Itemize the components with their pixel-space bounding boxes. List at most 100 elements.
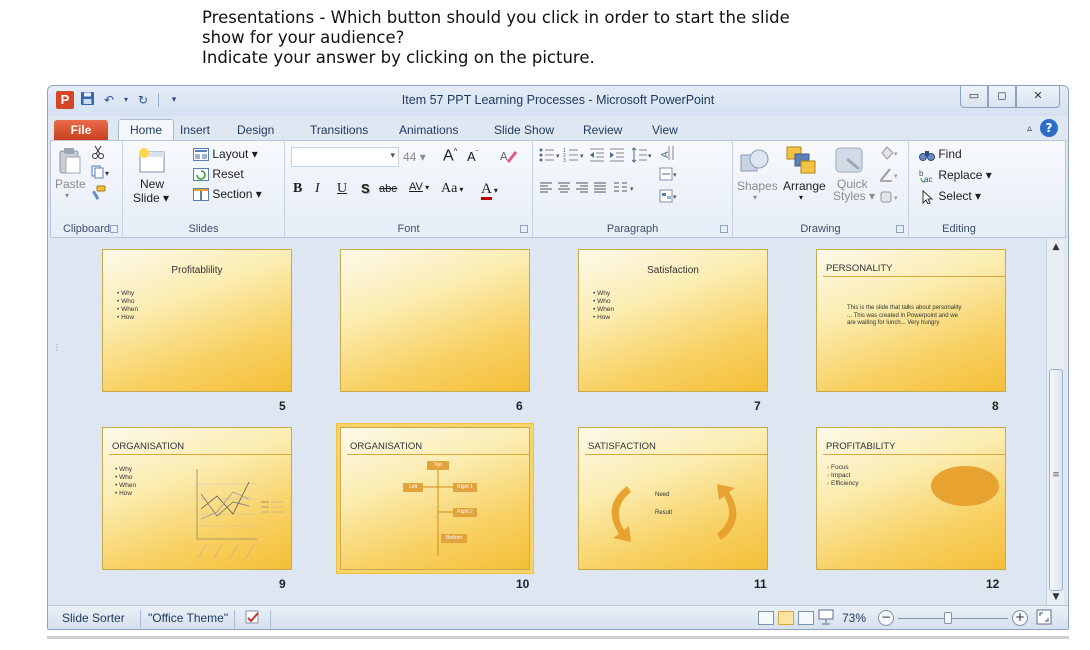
scroll-up-icon[interactable]: ▲ <box>1047 239 1065 255</box>
zoom-out-icon[interactable]: − <box>878 610 894 626</box>
text-direction-icon[interactable]: A <box>659 143 679 166</box>
clipboard-launcher-icon[interactable] <box>110 225 118 233</box>
minimize-ribbon-icon[interactable]: ▵ <box>1027 123 1032 134</box>
tab-review[interactable]: Review <box>583 120 622 140</box>
scroll-thumb[interactable]: ≡ <box>1049 369 1063 591</box>
underline-button[interactable]: U <box>337 181 347 197</box>
reading-view-icon[interactable] <box>798 611 814 625</box>
slide-thumbnail-12[interactable]: PROFITABILITY Focus Impact Efficiency <box>816 427 1006 570</box>
scroll-down-icon[interactable]: ▼ <box>1047 589 1065 605</box>
slide-thumbnail-10[interactable]: ORGANISATION Top Left Right 1 Right 2 Bo… <box>337 424 533 573</box>
font-family-field[interactable]: ▾ <box>291 147 399 167</box>
zoom-in-icon[interactable]: + <box>1012 610 1028 626</box>
change-case-button[interactable]: Aa ▾ <box>441 181 463 197</box>
grow-font-button[interactable]: A^ <box>443 147 457 165</box>
replace-button[interactable]: b ac Replace ▾ <box>919 168 992 183</box>
layout-button[interactable]: Layout ▾ <box>193 147 258 162</box>
shapes-dropdown-icon[interactable]: ▾ <box>753 193 757 202</box>
tab-design[interactable]: Design <box>237 120 274 140</box>
columns-icon[interactable]: ▾ <box>613 181 637 198</box>
quick-styles-button[interactable]: Styles ▾ <box>833 189 875 203</box>
minimize-icon[interactable]: ▭ <box>960 86 988 108</box>
slide-thumbnail-9[interactable]: ORGANISATION Why Who When How <box>102 427 292 570</box>
arrange-dropdown-icon[interactable]: ▾ <box>799 193 803 202</box>
font-size-field[interactable]: 44 ▾ <box>403 150 426 164</box>
section-button[interactable]: Section ▾ <box>193 187 262 202</box>
line-spacing-icon[interactable]: ▾ <box>631 147 653 166</box>
text-shadow-button[interactable]: S <box>361 181 370 196</box>
bottom-divider <box>47 636 1069 639</box>
find-button[interactable]: Find <box>919 147 962 162</box>
font-launcher-icon[interactable] <box>520 225 528 233</box>
clear-formatting-icon[interactable]: A <box>499 147 518 168</box>
paste-button[interactable]: Paste <box>55 177 86 191</box>
new-slide-icon[interactable] <box>137 147 167 178</box>
find-label: Find <box>938 147 962 161</box>
select-button[interactable]: Select ▾ <box>919 189 981 204</box>
format-painter-icon[interactable] <box>91 185 107 204</box>
slide-number-6: 6 <box>516 399 523 413</box>
slide-sorter-view-icon[interactable] <box>778 611 794 625</box>
slide-thumbnail-8[interactable]: PERSONALITY This is the slide that talks… <box>816 249 1006 392</box>
new-slide-button[interactable]: Slide ▾ <box>133 191 169 205</box>
group-editing: Find b ac Replace ▾ Select ▾ Editing <box>909 141 1009 237</box>
close-icon[interactable]: ✕ <box>1016 86 1060 108</box>
tab-view[interactable]: View <box>652 120 678 140</box>
quick-styles-icon[interactable] <box>833 145 865 178</box>
fit-to-window-icon[interactable] <box>1036 609 1052 628</box>
reset-button[interactable]: Reset <box>193 167 244 182</box>
align-text-icon[interactable]: ▾ <box>659 167 679 184</box>
bold-button[interactable]: B <box>293 181 302 197</box>
tab-transitions[interactable]: Transitions <box>310 120 368 140</box>
slide-show-view-icon[interactable] <box>818 609 834 628</box>
justify-icon[interactable] <box>593 181 607 198</box>
smartart-icon[interactable]: ▾ <box>659 189 679 206</box>
paste-icon[interactable] <box>57 147 83 178</box>
bullets-icon[interactable]: ▾ <box>539 147 561 166</box>
drawing-launcher-icon[interactable] <box>896 225 904 233</box>
zoom-level[interactable]: 73% <box>842 611 866 625</box>
tab-insert[interactable]: Insert <box>180 120 210 140</box>
character-spacing-button[interactable]: AV ▾ <box>409 181 429 193</box>
paragraph-launcher-icon[interactable] <box>720 225 728 233</box>
align-left-icon[interactable] <box>539 181 553 198</box>
new-slide-label-1[interactable]: New <box>140 177 164 191</box>
maximize-icon[interactable]: ◻ <box>988 86 1016 108</box>
copy-icon[interactable]: ▾ <box>91 165 111 182</box>
font-family-dropdown-icon[interactable]: ▾ <box>390 150 395 161</box>
shapes-icon[interactable] <box>739 147 771 180</box>
slide-thumbnail-11[interactable]: SATISFACTION Need Result <box>578 427 768 570</box>
slide-thumbnail-6[interactable] <box>340 249 530 392</box>
zoom-slider[interactable] <box>898 612 1008 624</box>
increase-indent-icon[interactable] <box>609 147 625 166</box>
numbering-icon[interactable]: 1 2 3 ▾ <box>563 147 585 166</box>
zoom-slider-thumb[interactable] <box>944 612 952 624</box>
tab-animations[interactable]: Animations <box>399 120 458 140</box>
status-theme-name[interactable]: "Office Theme" <box>148 611 228 625</box>
slide-thumbnail-7[interactable]: Satisfaction Why Who When How <box>578 249 768 392</box>
tab-slide-show[interactable]: Slide Show <box>494 120 554 140</box>
italic-button[interactable]: I <box>315 181 320 197</box>
tab-home[interactable]: Home <box>118 119 175 141</box>
decrease-indent-icon[interactable] <box>589 147 605 166</box>
font-color-button[interactable]: A ▾ <box>481 181 498 200</box>
tab-file[interactable]: File <box>54 120 108 140</box>
shapes-button[interactable]: Shapes <box>737 179 778 193</box>
align-center-icon[interactable] <box>557 181 571 198</box>
shrink-font-button[interactable]: Aˇ <box>467 149 478 164</box>
spell-check-icon[interactable] <box>244 608 262 629</box>
vertical-scrollbar[interactable]: ▲ ≡ ▼ <box>1046 239 1064 605</box>
slide-5-bullet: How <box>117 314 138 322</box>
arrange-button[interactable]: Arrange <box>783 179 826 193</box>
shape-effects-icon[interactable]: ▾ <box>879 189 901 208</box>
arrange-icon[interactable] <box>785 145 817 178</box>
paste-dropdown-icon[interactable]: ▾ <box>65 191 69 200</box>
slide-thumbnail-5[interactable]: Profitablility Why Who When How <box>102 249 292 392</box>
shape-fill-icon[interactable]: ▾ <box>879 145 901 164</box>
normal-view-icon[interactable] <box>758 611 774 625</box>
align-right-icon[interactable] <box>575 181 589 198</box>
help-icon[interactable]: ? <box>1040 119 1058 137</box>
cut-icon[interactable] <box>91 145 105 162</box>
shape-outline-icon[interactable]: ▾ <box>879 167 901 186</box>
strikethrough-button[interactable]: abe <box>379 183 397 195</box>
